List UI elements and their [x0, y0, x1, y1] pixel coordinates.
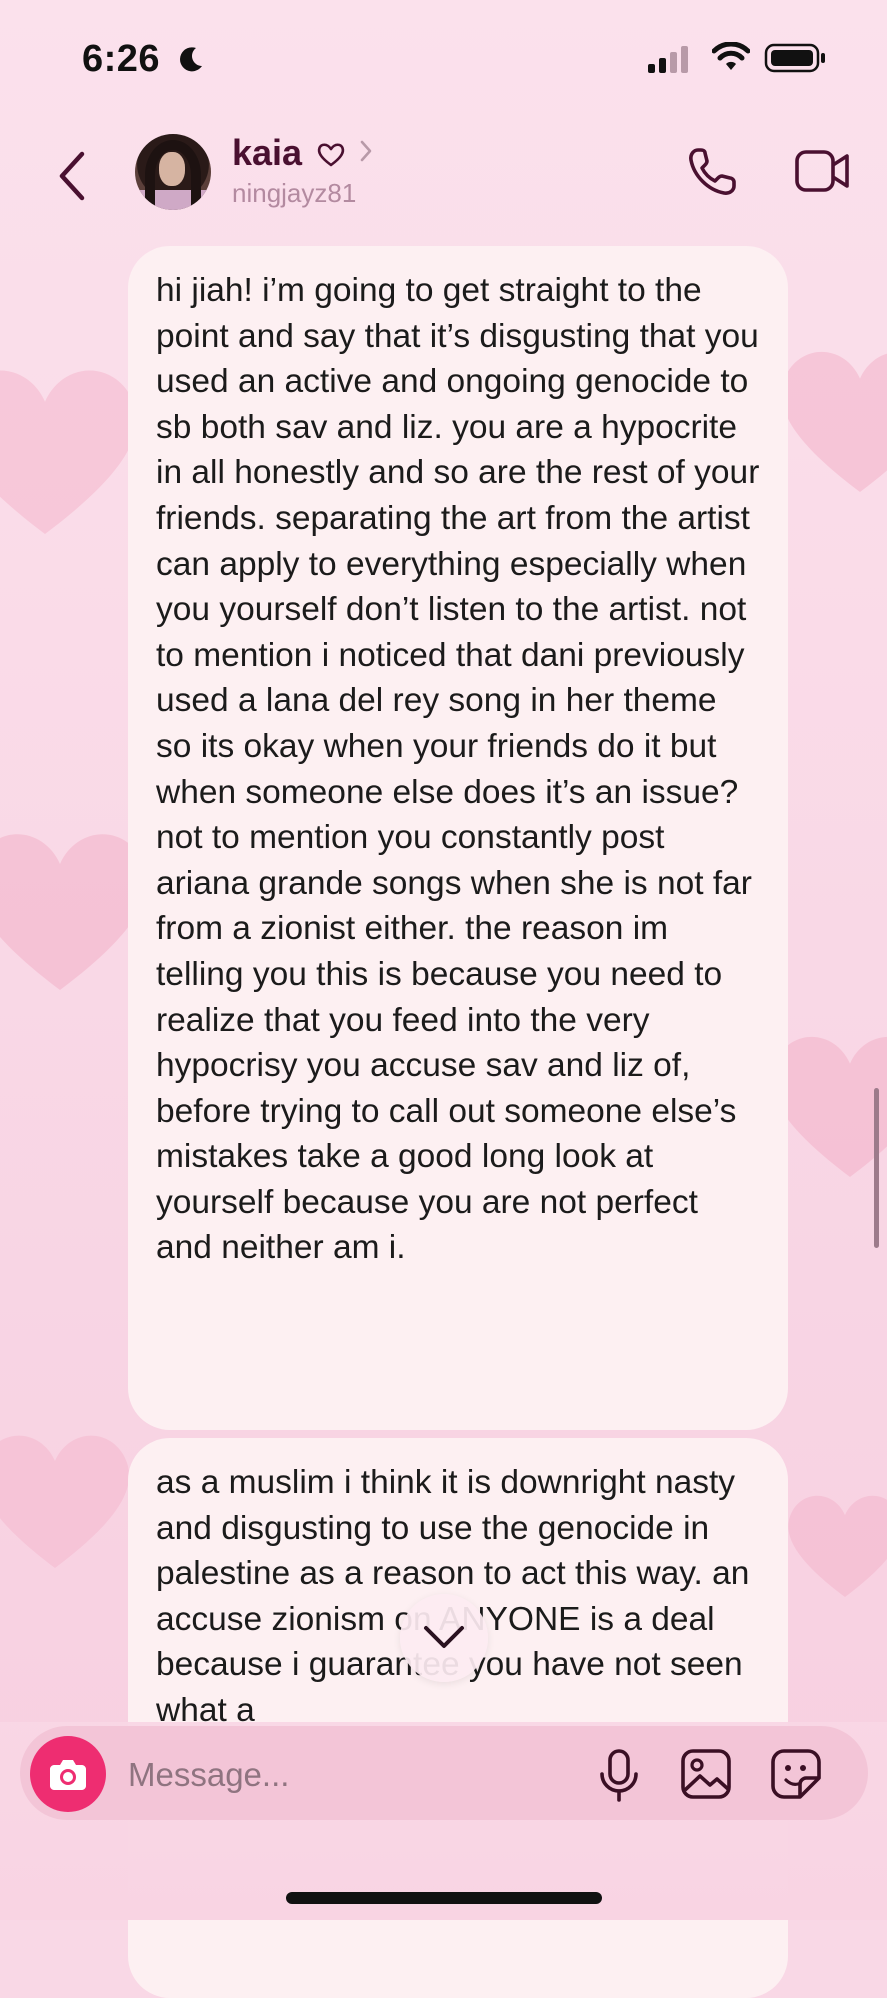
back-chevron-icon[interactable] — [48, 146, 98, 206]
cellular-signal-icon — [648, 46, 688, 73]
sticker-icon[interactable] — [770, 1748, 822, 1800]
background-heart — [0, 1330, 140, 1670]
scrollbar[interactable] — [874, 1088, 879, 1248]
home-indicator[interactable] — [286, 1892, 602, 1904]
contact-username[interactable]: ningjayz81 — [232, 178, 356, 209]
background-heart — [780, 1460, 887, 1630]
message-bubble[interactable]: hi jiah! i’m going to get straight to th… — [128, 246, 788, 1430]
phone-icon[interactable] — [684, 144, 740, 200]
chevron-down-icon — [424, 1626, 464, 1648]
chevron-right-icon[interactable] — [358, 138, 374, 164]
microphone-icon[interactable] — [598, 1748, 640, 1804]
avatar[interactable] — [135, 134, 211, 210]
wifi-icon — [712, 42, 750, 70]
message-input[interactable] — [128, 1750, 568, 1800]
status-time: 6:26 — [82, 38, 161, 80]
video-camera-icon[interactable] — [794, 148, 852, 194]
contact-name[interactable]: kaia — [232, 132, 302, 174]
status-bar: 6:26 — [0, 0, 887, 110]
moon-icon — [180, 47, 202, 72]
camera-icon — [50, 1760, 86, 1790]
chat-header: kaia ningjayz81 — [0, 120, 887, 230]
camera-button[interactable] — [30, 1736, 106, 1812]
scroll-to-bottom-button[interactable] — [400, 1594, 488, 1682]
battery-icon — [764, 43, 825, 73]
heart-outline-icon — [317, 143, 345, 167]
message-text: hi jiah! i’m going to get straight to th… — [156, 272, 760, 1267]
image-icon[interactable] — [680, 1748, 732, 1800]
